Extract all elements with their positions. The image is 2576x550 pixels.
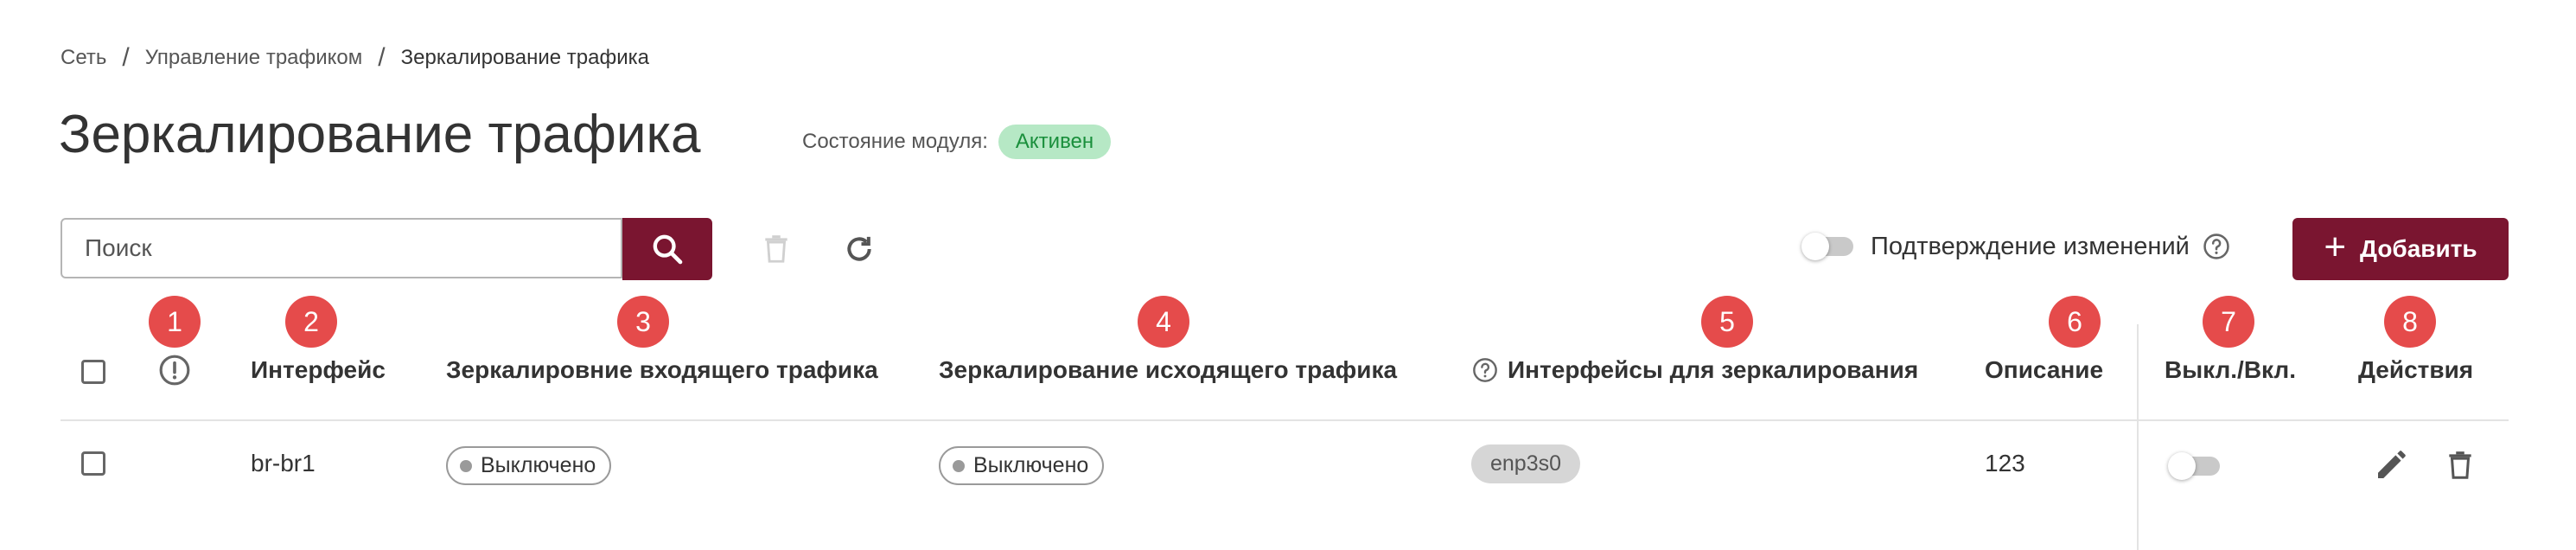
help-icon[interactable] xyxy=(1471,356,1499,384)
column-header-interface[interactable]: Интерфейс xyxy=(251,356,386,384)
header-divider xyxy=(61,419,2509,421)
breadcrumb-separator: / xyxy=(378,43,386,72)
module-state: Состояние модуля: Активен xyxy=(802,125,1112,159)
marker-5: 5 xyxy=(1701,296,1753,348)
help-icon[interactable] xyxy=(2202,232,2231,261)
cell-egress-label: Выключено xyxy=(973,453,1089,477)
breadcrumb-item-traffic-management[interactable]: Управление трафиком xyxy=(145,46,363,70)
cell-mirror-interface-chip: enp3s0 xyxy=(1471,444,1581,483)
pencil-icon xyxy=(2378,451,2406,478)
breadcrumb-item-network[interactable]: Сеть xyxy=(61,46,106,70)
module-state-label: Состояние модуля: xyxy=(802,130,988,153)
column-header-toggle: Выкл./Вкл. xyxy=(2165,356,2296,383)
refresh-button[interactable] xyxy=(840,230,878,268)
toggle-knob xyxy=(2168,452,2196,480)
marker-2: 2 xyxy=(285,296,337,348)
delete-row-button[interactable] xyxy=(2441,446,2479,484)
search-input[interactable] xyxy=(83,233,621,263)
delete-selected-button[interactable] xyxy=(757,230,795,268)
column-header-mirror-interfaces[interactable]: Интерфейсы для зеркалирования xyxy=(1471,356,1918,384)
search-field[interactable] xyxy=(61,218,622,278)
marker-6: 6 xyxy=(2049,296,2101,348)
column-header-egress[interactable]: Зеркалирование исходящего трафика xyxy=(939,356,1397,384)
marker-8: 8 xyxy=(2384,296,2436,348)
breadcrumb: Сеть / Управление трафиком / Зеркалирова… xyxy=(61,43,649,73)
trash-icon xyxy=(2449,451,2471,479)
status-dot xyxy=(953,459,965,472)
row-enable-toggle[interactable] xyxy=(2168,452,2220,480)
trash-icon xyxy=(765,235,787,263)
status-dot xyxy=(460,459,472,472)
confirm-changes-label: Подтверждение изменений xyxy=(1871,232,2190,260)
toggle-knob xyxy=(1801,233,1829,260)
search-button[interactable] xyxy=(622,218,712,280)
breadcrumb-separator: / xyxy=(122,43,130,72)
page-title: Зеркалирование трафика xyxy=(59,105,701,164)
cell-interface: br-br1 xyxy=(251,450,316,476)
confirm-changes-toggle[interactable] xyxy=(1801,233,1853,260)
row-checkbox[interactable] xyxy=(81,451,105,476)
marker-7: 7 xyxy=(2203,296,2254,348)
status-badge: Активен xyxy=(998,125,1112,159)
marker-1: 1 xyxy=(149,296,201,348)
cell-egress-status: Выключено xyxy=(939,446,1105,485)
cell-description: 123 xyxy=(1985,450,2025,476)
alert-column-header xyxy=(157,353,192,387)
search-icon xyxy=(653,234,683,265)
column-header-description[interactable]: Описание xyxy=(1985,356,2103,384)
breadcrumb-item-current: Зеркалирование трафика xyxy=(400,46,650,69)
add-button-label: Добавить xyxy=(2360,235,2477,262)
column-header-ingress[interactable]: Зеркалировние входящего трафика xyxy=(446,356,878,384)
edit-button[interactable] xyxy=(2372,446,2410,484)
add-button[interactable]: + Добавить xyxy=(2292,218,2509,280)
sticky-column-divider xyxy=(2137,324,2139,550)
marker-3: 3 xyxy=(617,296,669,348)
alert-circle-icon xyxy=(159,355,190,386)
confirm-changes: Подтверждение изменений xyxy=(1801,232,2231,261)
marker-4: 4 xyxy=(1138,296,1189,348)
cell-ingress-status: Выключено xyxy=(446,446,612,485)
select-all-checkbox[interactable] xyxy=(81,360,105,384)
column-header-actions: Действия xyxy=(2358,356,2474,383)
cell-ingress-label: Выключено xyxy=(481,453,596,477)
refresh-icon xyxy=(847,236,871,261)
column-header-mirror-interfaces-label: Интерфейсы для зеркалирования xyxy=(1508,356,1919,383)
plus-icon: + xyxy=(2324,226,2347,268)
